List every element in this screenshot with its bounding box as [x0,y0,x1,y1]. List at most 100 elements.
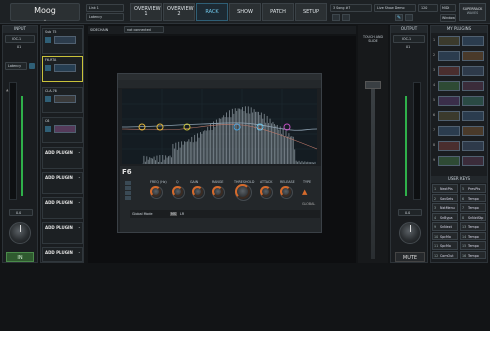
user-key-label: NxtMenu [440,206,455,210]
user-key-number: 9 [434,225,437,229]
song-label: 3 Song #7 [333,6,351,10]
user-key[interactable]: 12 ComOut [432,250,458,259]
user-key-label: SnNext [440,225,452,229]
plugin-browser-item[interactable]: 7 [432,124,487,138]
input-gain-knob[interactable] [9,222,31,244]
range-knob[interactable] [212,186,225,199]
user-key[interactable]: 3 NxtMenu [432,203,458,212]
freq-knob[interactable] [150,186,163,199]
gain-knob[interactable] [192,186,205,199]
tab-rack[interactable]: RACK [196,3,228,21]
window-menu[interactable]: Window [440,14,456,22]
latency-toggle[interactable] [29,63,35,69]
touch-slide-track[interactable] [371,89,375,259]
rta-bar [197,133,198,164]
plugin-browser-item[interactable]: 5 [432,94,487,108]
ms-button[interactable]: MS [170,212,177,216]
show-selector[interactable]: Live Show Demo [374,4,416,12]
output-gain-knob[interactable] [399,222,421,244]
sidechain-selector[interactable]: not connected [124,26,164,33]
my-plugins-list: 1 2 3 4 5 6 7 8 9 [432,34,487,174]
user-key-label: PrevPts [468,187,481,191]
type-triangle-icon[interactable]: ▲ [302,188,312,196]
user-key[interactable]: 7 Tempo [460,203,486,212]
song-selector[interactable]: 3 Song #7 [330,4,372,12]
plugin-thumbnail [462,141,484,151]
output-fader-track[interactable] [405,96,407,196]
plugin-browser-item[interactable]: 6 [432,109,487,123]
rta-bar [250,107,252,164]
user-key[interactable]: 9 SnNext [432,222,458,231]
add-plugin-slot[interactable]: ADD PLUGIN ⌄ [42,172,83,194]
plugin-browser-item[interactable]: 3 [432,64,487,78]
user-key[interactable]: 10 SpcMo [432,231,458,240]
add-plugin-slot[interactable]: ADD PLUGIN ⌄ [42,147,83,169]
user-key[interactable]: 11 SpcMo [432,241,458,250]
next-song-button[interactable] [342,14,350,21]
add-plugin-slot[interactable]: ADD PLUGIN ⌄ [42,197,83,219]
slot-power-icon[interactable] [45,65,51,71]
user-key[interactable]: 5 PrevPts [460,184,486,193]
rta-bar [292,136,294,164]
input-device: IOC-1 [12,37,22,41]
rta-bar [289,136,291,164]
slot-power-icon[interactable] [45,126,51,132]
output-level-display[interactable]: 0.0 [398,209,422,216]
in-button[interactable]: IN [6,252,34,262]
output-device-selector[interactable]: IOC-1 [393,35,425,43]
plugin-browser-item[interactable]: 1 [432,34,487,48]
link-dropdown[interactable]: Link 1 [86,4,124,12]
attack-knob[interactable] [260,186,273,199]
input-level-display[interactable]: 0.0 [9,209,33,216]
user-key[interactable]: 6 Tempo [460,193,486,202]
add-plugin-slot[interactable]: ADD PLUGIN ⌄ [42,247,83,262]
tab-label: SHOW [237,8,253,15]
tab-overview-1[interactable]: OVERVIEW 1 [130,3,162,21]
slide-handle[interactable] [365,81,381,89]
user-key[interactable]: 16 Tempo [460,250,486,259]
mute-button[interactable]: MUTE [395,252,425,262]
tab-patch[interactable]: PATCH [262,3,294,21]
tempo-display[interactable]: 120 [418,4,438,12]
slot-power-icon[interactable] [45,37,51,43]
rack-slot-cla76[interactable]: CLA-76 [42,87,83,113]
rta-bar [191,136,193,164]
slot-power-icon[interactable] [45,96,51,102]
band-selector[interactable] [124,180,144,204]
plugin-browser-item[interactable]: 9 [432,154,487,168]
input-fader-track[interactable] [21,96,23,196]
add-plugin-slot[interactable]: ADD PLUGIN ⌄ [42,222,83,244]
tab-setup[interactable]: SETUP [295,3,327,21]
threshold-knob[interactable] [235,184,252,201]
lock-icon[interactable] [405,14,413,21]
latency-dropdown[interactable]: Latency [86,13,124,21]
q-knob[interactable] [172,186,185,199]
input-device-selector[interactable]: IOC-1 [5,35,35,43]
user-key[interactable]: 2 SavSets [432,193,458,202]
tab-show[interactable]: SHOW [229,3,261,21]
rack-slot-f6-rta[interactable]: F6-RTA [42,56,83,82]
plugin-browser-item[interactable]: 2 [432,49,487,63]
edit-icon[interactable]: ✎ [395,14,403,21]
preset-selector[interactable]: Moog ⌄ [10,3,80,23]
release-knob[interactable] [280,186,293,199]
rack-slot-c6[interactable]: C6 [42,117,83,143]
plugin-thumbnail [438,126,460,136]
user-key[interactable]: 15 Tempo [460,241,486,250]
rack-slot-sub75[interactable]: Sub 75 [42,28,83,54]
user-key[interactable]: 8 SnNxtStp [460,212,486,221]
tab-label: PATCH [270,8,286,15]
lr-button[interactable]: LR [180,212,184,216]
plugin-browser-item[interactable]: 8 [432,139,487,153]
prev-song-button[interactable] [332,14,340,21]
plugin-browser-item[interactable]: 4 [432,79,487,93]
rta-bar [305,162,307,164]
midi-indicator[interactable]: MIDI [440,4,456,12]
user-key[interactable]: 13 Tempo [460,222,486,231]
user-key[interactable]: 4 SnBypa [432,212,458,221]
tab-overview-2[interactable]: OVERVIEW 2 [163,3,195,21]
user-key-label: Tempo [468,225,479,229]
user-key[interactable]: 1 NextPts [432,184,458,193]
latency-field[interactable]: Latency [5,62,27,70]
user-key[interactable]: 14 Tempo [460,231,486,240]
